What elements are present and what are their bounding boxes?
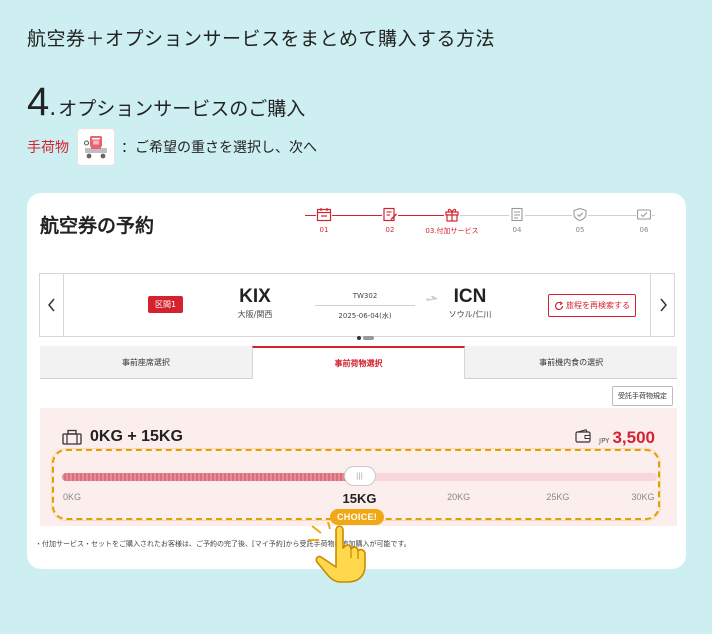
previous-segment-button[interactable] <box>40 274 64 336</box>
luggage-icon <box>62 429 82 445</box>
calendar-icon <box>316 207 332 222</box>
instruction-row: 手荷物 ：ご希望の重さを選択し、次へ <box>27 128 317 166</box>
pager-dot <box>362 336 374 340</box>
instruction-text: ：ご希望の重さを選択し、次へ <box>121 140 317 156</box>
page-title: 航空券＋オプションサービスをまとめて購入する方法 <box>27 28 496 50</box>
card-icon <box>636 207 652 222</box>
step-02: 02 <box>363 207 417 234</box>
step-title: オプションサービスのご購入 <box>58 98 306 120</box>
refresh-icon <box>554 300 564 310</box>
step-01: 01 <box>297 207 351 234</box>
step-label: 03.付加サービス <box>425 227 479 235</box>
tab-baggage-selection[interactable]: 事前荷物選択 <box>251 346 466 379</box>
step-number: 4 <box>27 80 50 124</box>
step-06: 06 <box>617 207 671 234</box>
origin-name: 大阪/関西 <box>237 310 273 319</box>
service-tabs: 事前座席選択 事前荷物選択 事前機内食の選択 <box>40 346 678 379</box>
segment-pager <box>315 325 415 344</box>
progress-stepper: 01 02 03.付加サービス 04 05 06 <box>295 207 667 237</box>
flight-date: 2025-06-04(水) <box>338 312 392 320</box>
step-label: 06 <box>639 226 649 234</box>
gift-icon <box>444 207 460 222</box>
step-heading: 4 . オプションサービスのご購入 <box>27 82 305 122</box>
step-label: 05 <box>575 226 585 234</box>
card-title: 航空券の予約 <box>40 215 155 237</box>
research-itinerary-button[interactable]: 旅程を再検索する <box>548 294 636 317</box>
origin-code: KIX <box>239 286 271 307</box>
chevron-right-icon <box>659 298 667 312</box>
step-dot: . <box>49 96 57 121</box>
destination-airport: ICN ソウル/仁川 <box>440 286 500 320</box>
pointing-hand-icon <box>308 522 366 583</box>
baggage-weight-summary: 0KG + 15KG <box>90 428 183 445</box>
step-label: 02 <box>385 226 395 234</box>
step-04: 04 <box>490 207 544 234</box>
baggage-summary: 0KG + 15KG <box>62 428 183 446</box>
baggage-price: JPY 3,500 <box>575 428 655 448</box>
step-label: 04 <box>512 226 522 234</box>
pager-dot <box>356 336 361 340</box>
research-label: 旅程を再検索する <box>566 301 630 310</box>
origin-airport: KIX 大阪/関西 <box>230 286 280 320</box>
checklist-icon <box>509 207 525 222</box>
next-segment-button[interactable] <box>650 274 674 336</box>
luggage-cart-icon <box>77 128 115 166</box>
airplane-icon <box>426 296 438 301</box>
instruction-label: 手荷物 <box>27 140 69 156</box>
price-currency: JPY <box>599 437 610 445</box>
flight-info: TW302 2025-06-04(水) <box>315 292 415 344</box>
destination-name: ソウル/仁川 <box>448 310 492 319</box>
edit-document-icon <box>382 207 398 222</box>
baggage-rules-button[interactable]: 受託手荷物規定 <box>612 386 673 406</box>
wallet-icon <box>575 429 591 443</box>
segment-badge: 区間1 <box>148 296 184 313</box>
chevron-left-icon <box>47 298 55 312</box>
flight-number: TW302 <box>352 292 378 300</box>
tab-meal-selection[interactable]: 事前機内食の選択 <box>465 346 678 379</box>
tab-seat-selection[interactable]: 事前座席選択 <box>40 346 252 379</box>
step-05: 05 <box>553 207 607 234</box>
step-label: 01 <box>319 226 329 234</box>
price-amount: 3,500 <box>612 428 655 447</box>
flight-route-line <box>315 305 415 306</box>
flight-summary: 区間1 KIX 大阪/関西 TW302 2025-06-04(水) ICN ソウ… <box>39 273 675 340</box>
destination-code: ICN <box>453 286 487 307</box>
shield-icon <box>572 207 588 222</box>
step-03: 03.付加サービス <box>425 207 479 236</box>
